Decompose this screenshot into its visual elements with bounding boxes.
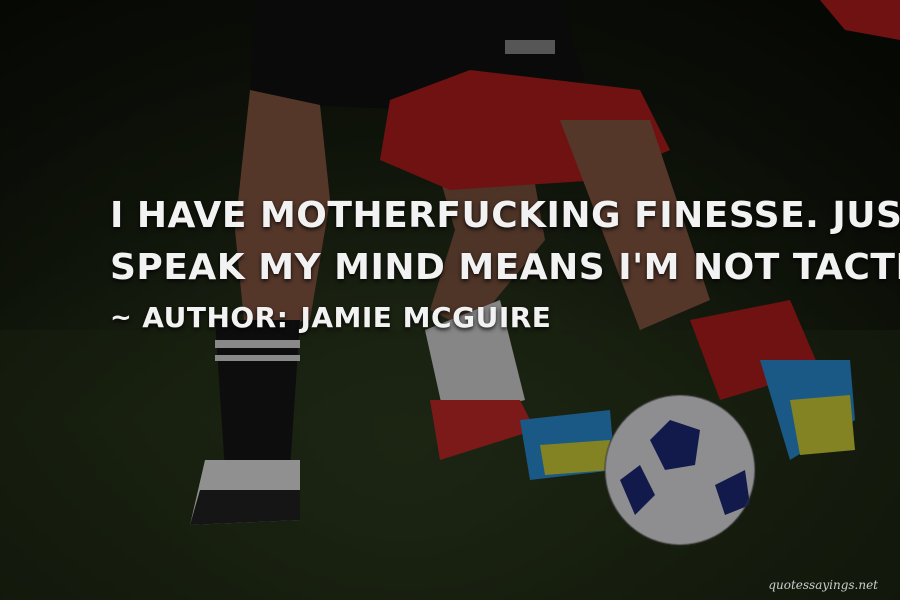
quote-line-1: I have motherfucking finesse. Just becau… [110, 195, 900, 236]
quote-image: I have motherfucking finesse. Just becau… [0, 0, 900, 600]
quote-line-2: speak my mind means I'm not tactful? [110, 247, 900, 288]
watermark: quotessayings.net [768, 578, 878, 592]
tilde-icon: ~ [110, 303, 133, 333]
quote-text: I have motherfucking finesse. Just becau… [110, 190, 900, 294]
author-attribution: ~ Author: Jamie McGuire [110, 298, 830, 338]
author-name: Jamie McGuire [300, 301, 552, 334]
author-label: Author: [142, 301, 289, 334]
quote-block: I have motherfucking finesse. Just becau… [110, 190, 900, 338]
